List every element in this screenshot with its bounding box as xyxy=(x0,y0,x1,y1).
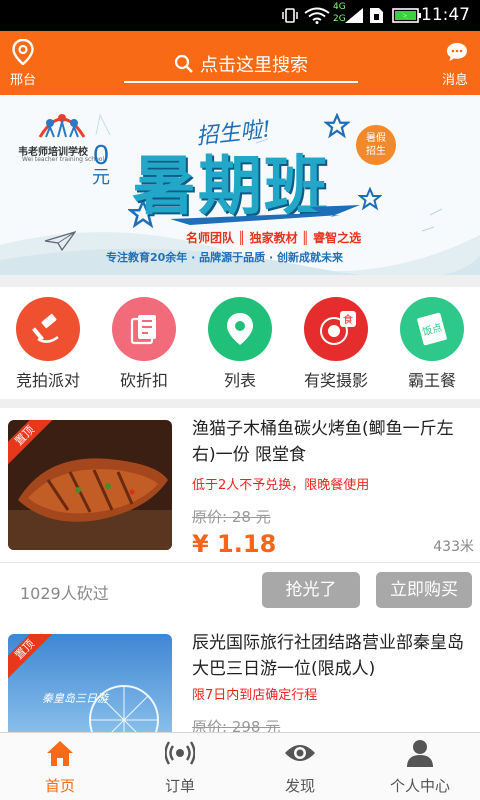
deal-divider xyxy=(0,562,480,563)
zero-yuan-label: 0 元 xyxy=(92,141,110,187)
banner-slogan: 专注教育20余年 · 品牌源于品质 · 创新成就未来 xyxy=(106,251,343,264)
category-prize-photo[interactable]: 食 有奖摄影 xyxy=(291,297,381,391)
location-pin-icon xyxy=(12,38,34,66)
tab-label: 订单 xyxy=(164,777,195,795)
deal-rule: 低于2人不予兑换，限晚餐使用 xyxy=(192,478,370,493)
status-bar: 4G 2G 11:47 xyxy=(0,0,480,31)
sold-out-button[interactable]: 抢光了 xyxy=(262,572,360,608)
tab-label: 发现 xyxy=(284,777,315,795)
coupon-icon xyxy=(130,315,156,345)
signal-icon xyxy=(345,8,363,23)
category-label: 列表 xyxy=(223,371,256,390)
category-label: 有奖摄影 xyxy=(303,371,368,390)
tab-label: 首页 xyxy=(44,777,75,795)
tab-label: 个人中心 xyxy=(389,777,450,795)
location-selector[interactable]: 邢台 xyxy=(8,38,38,88)
tab-discover[interactable]: 发现 xyxy=(240,739,360,796)
category-label: 竞拍派对 xyxy=(15,371,80,390)
pinned-tag: 置顶 xyxy=(8,634,52,678)
bottom-tab-bar: 首页 订单 发现 个人中心 xyxy=(0,732,480,800)
lightning-stroke-icon xyxy=(170,205,360,225)
search-placeholder: 点击这里搜索 xyxy=(200,55,308,76)
vibrate-icon xyxy=(282,8,298,23)
category-discount-bargain[interactable]: 砍折扣 xyxy=(99,297,189,391)
pinned-tag: 置顶 xyxy=(8,420,52,464)
category-icon-bg: 食 xyxy=(304,297,368,361)
clock: 11:47 xyxy=(421,5,470,25)
tab-home[interactable]: 首页 xyxy=(0,739,120,796)
camera-food-icon: 食 xyxy=(320,311,356,345)
deal-title: 辰光国际旅行社团结路营业部秦皇岛大巴三日游一位(限成人) xyxy=(192,633,464,679)
buy-now-button[interactable]: 立即购买 xyxy=(376,572,472,608)
chat-bubble-icon xyxy=(447,43,467,61)
summer-badge: 暑假 招生 xyxy=(356,125,396,165)
svg-text:食: 食 xyxy=(343,313,353,326)
tab-orders[interactable]: 订单 xyxy=(120,739,240,796)
badge-line1: 暑假 xyxy=(366,133,386,144)
search-icon xyxy=(174,54,193,73)
school-logo-icon xyxy=(38,114,86,138)
home-icon xyxy=(47,741,73,766)
meal-ticket-icon: 饭点 xyxy=(417,312,447,346)
person-icon xyxy=(407,740,433,767)
deal-distance: 433米 xyxy=(433,539,474,555)
deal-image: 秦皇岛三日游 置顶 xyxy=(8,634,172,732)
badge-line2: 招生 xyxy=(366,146,386,157)
deal-original-price: 原价: 28 元 xyxy=(192,508,271,526)
deal-card[interactable]: 置顶 渔猫子木桶鱼碳火烤鱼(鲫鱼一斤左右)一份 限堂食 低于2人不予兑换，限晚餐… xyxy=(0,408,480,622)
app-header: 邢台 点击这里搜索 消息 xyxy=(0,31,480,95)
category-icon-bg xyxy=(112,297,176,361)
deal-image: 置顶 xyxy=(8,420,172,550)
category-icon-bg xyxy=(208,297,272,361)
search-input[interactable]: 点击这里搜索 xyxy=(124,47,358,83)
category-icon-bg xyxy=(16,297,80,361)
deal-price: ¥ 1.18 xyxy=(192,530,277,558)
tab-profile[interactable]: 个人中心 xyxy=(360,739,480,796)
location-pin-icon xyxy=(227,313,253,345)
broadcast-icon xyxy=(164,741,196,765)
category-list[interactable]: 列表 xyxy=(195,297,285,391)
deal-title: 渔猫子木桶鱼碳火烤鱼(鲫鱼一斤左右)一份 限堂食 xyxy=(192,419,454,465)
eye-icon xyxy=(285,745,315,761)
deal-card[interactable]: 秦皇岛三日游 置顶 辰光国际旅行社团结路营业部秦皇岛大巴三日游一位(限成人) 限… xyxy=(0,622,480,732)
paper-plane-icon xyxy=(44,231,76,251)
promo-banner[interactable]: 韦老师培训学校 Wei teacher training school 招生啦!… xyxy=(0,95,480,275)
star-outline-icon xyxy=(358,187,382,211)
deal-rule: 限7日内到店确定行程 xyxy=(192,688,318,703)
category-free-meal[interactable]: 饭点 霸王餐 xyxy=(387,297,477,391)
wifi-icon xyxy=(304,7,330,24)
messages-label: 消息 xyxy=(441,73,468,88)
category-icon-bg: 饭点 xyxy=(400,297,464,361)
battery-icon xyxy=(392,8,421,23)
category-label: 砍折扣 xyxy=(119,371,168,390)
deal-original-price: 原价: 298 元 xyxy=(192,718,281,732)
sim-icon xyxy=(370,8,383,23)
pinned-tag-label: 置顶 xyxy=(8,420,52,464)
location-label: 邢台 xyxy=(9,73,36,88)
category-auction-party[interactable]: 竞拍派对 xyxy=(3,297,93,391)
category-row: 竞拍派对 砍折扣 列表 食 有奖摄影 饭点 霸王餐 xyxy=(0,287,480,399)
banner-features: 名师团队 ║ 独家教材 ║ 睿智之选 xyxy=(186,231,362,245)
category-label: 霸王餐 xyxy=(407,371,456,390)
messages-button[interactable]: 消息 xyxy=(442,41,472,88)
zero-digit: 0 xyxy=(93,139,109,170)
yuan-char: 元 xyxy=(92,167,110,188)
bargain-count: 1029人砍过 xyxy=(20,584,109,603)
pinned-tag-label: 置顶 xyxy=(8,634,52,678)
deal-image-caption: 秦皇岛三日游 xyxy=(42,692,108,705)
gavel-icon xyxy=(31,313,59,343)
